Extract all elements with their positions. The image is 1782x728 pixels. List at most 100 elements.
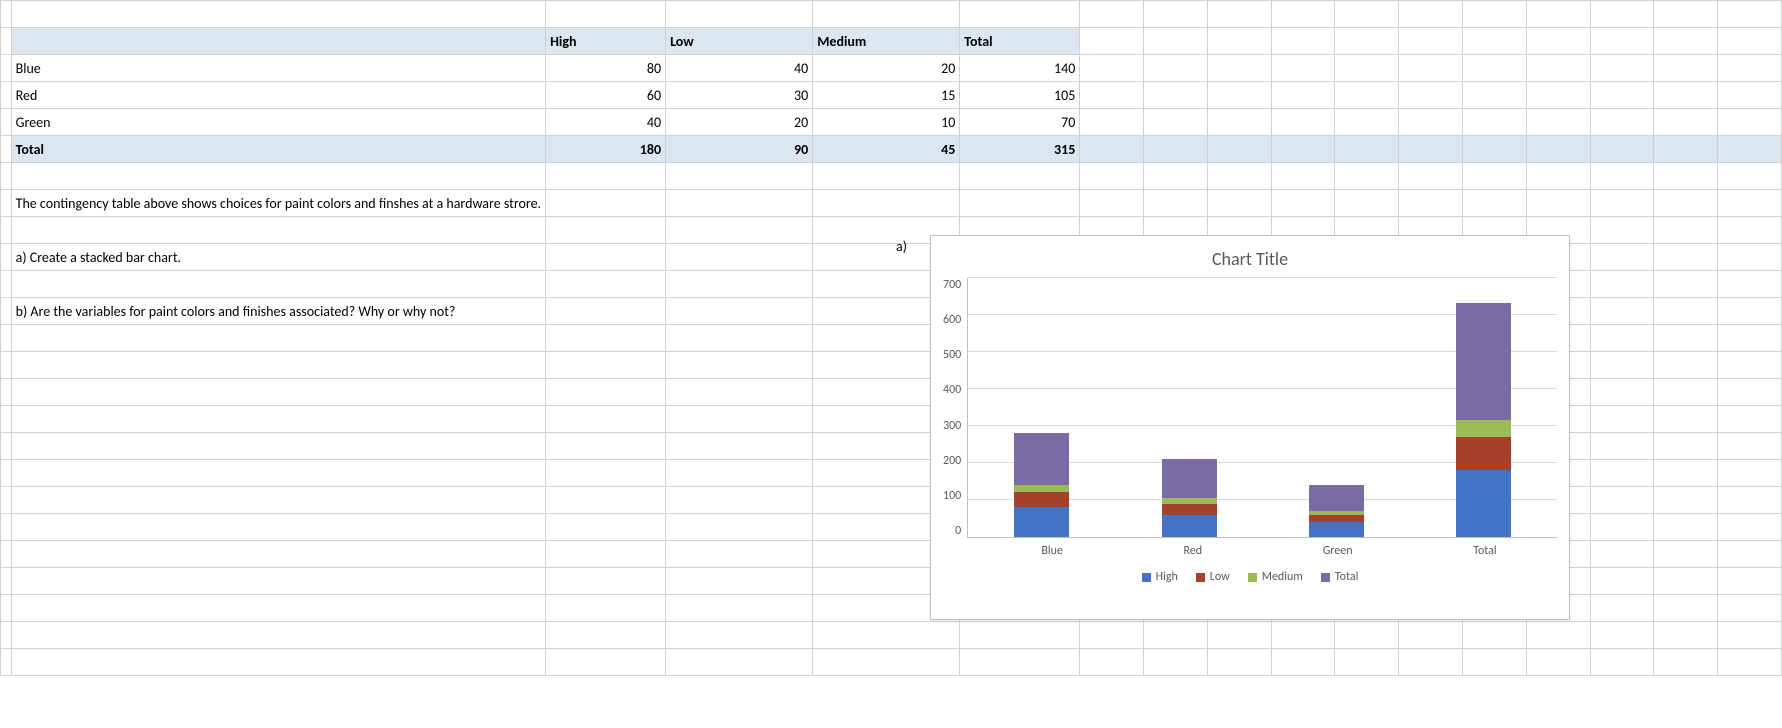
cell[interactable] bbox=[1718, 1, 1782, 28]
table-total-cell[interactable]: 90 bbox=[666, 136, 813, 163]
cell[interactable] bbox=[546, 325, 666, 352]
cell[interactable] bbox=[11, 28, 545, 55]
cell[interactable] bbox=[1526, 28, 1590, 55]
cell[interactable] bbox=[666, 379, 813, 406]
cell[interactable] bbox=[1718, 379, 1782, 406]
cell[interactable] bbox=[1271, 82, 1335, 109]
cell[interactable] bbox=[11, 406, 545, 433]
cell[interactable] bbox=[1, 622, 12, 649]
cell[interactable] bbox=[666, 190, 813, 217]
cell[interactable] bbox=[1144, 1, 1208, 28]
cell[interactable] bbox=[1399, 649, 1463, 676]
cell[interactable] bbox=[1654, 622, 1718, 649]
cell[interactable] bbox=[1718, 406, 1782, 433]
cell[interactable] bbox=[1271, 28, 1335, 55]
cell[interactable] bbox=[11, 217, 545, 244]
table-cell[interactable]: 10 bbox=[813, 109, 960, 136]
cell[interactable] bbox=[1080, 163, 1144, 190]
table-cell[interactable]: 40 bbox=[666, 55, 813, 82]
cell[interactable] bbox=[1, 514, 12, 541]
cell[interactable] bbox=[1, 82, 12, 109]
cell[interactable] bbox=[1, 244, 12, 271]
cell[interactable] bbox=[1462, 649, 1526, 676]
cell[interactable] bbox=[1144, 622, 1208, 649]
cell[interactable] bbox=[1654, 298, 1718, 325]
cell[interactable] bbox=[546, 379, 666, 406]
cell[interactable] bbox=[666, 595, 813, 622]
cell[interactable] bbox=[11, 595, 545, 622]
cell[interactable] bbox=[546, 487, 666, 514]
cell[interactable] bbox=[1718, 136, 1782, 163]
cell[interactable] bbox=[1271, 136, 1335, 163]
bar-green[interactable] bbox=[1263, 278, 1410, 537]
cell[interactable] bbox=[546, 595, 666, 622]
cell[interactable] bbox=[1144, 82, 1208, 109]
cell[interactable] bbox=[666, 622, 813, 649]
cell[interactable] bbox=[546, 298, 666, 325]
cell[interactable] bbox=[1590, 82, 1654, 109]
cell[interactable] bbox=[1207, 649, 1271, 676]
cell[interactable] bbox=[546, 352, 666, 379]
cell[interactable] bbox=[1590, 649, 1654, 676]
cell[interactable] bbox=[11, 163, 545, 190]
cell[interactable] bbox=[1526, 55, 1590, 82]
cell[interactable] bbox=[1080, 1, 1144, 28]
cell[interactable] bbox=[1590, 136, 1654, 163]
cell[interactable] bbox=[1654, 460, 1718, 487]
cell[interactable] bbox=[11, 487, 545, 514]
table-row-label[interactable]: Red bbox=[11, 82, 545, 109]
spreadsheet-sheet[interactable]: HighLowMediumTotalBlue804020140Red603015… bbox=[0, 0, 1782, 728]
cell[interactable] bbox=[11, 541, 545, 568]
cell[interactable] bbox=[546, 271, 666, 298]
cell[interactable] bbox=[1590, 568, 1654, 595]
cell[interactable] bbox=[1, 541, 12, 568]
cell[interactable] bbox=[1590, 622, 1654, 649]
cell[interactable] bbox=[666, 649, 813, 676]
cell[interactable] bbox=[1399, 82, 1463, 109]
cell[interactable] bbox=[1, 433, 12, 460]
cell[interactable] bbox=[666, 271, 813, 298]
cell[interactable] bbox=[960, 649, 1080, 676]
cell[interactable] bbox=[1654, 325, 1718, 352]
cell[interactable] bbox=[546, 649, 666, 676]
cell[interactable] bbox=[1, 217, 12, 244]
cell[interactable] bbox=[1335, 190, 1399, 217]
cell[interactable] bbox=[1718, 325, 1782, 352]
legend-item[interactable]: Medium bbox=[1248, 570, 1303, 584]
cell[interactable] bbox=[1718, 82, 1782, 109]
cell[interactable] bbox=[1080, 82, 1144, 109]
cell[interactable] bbox=[1590, 244, 1654, 271]
cell[interactable] bbox=[1207, 55, 1271, 82]
cell[interactable] bbox=[1718, 595, 1782, 622]
table-total-cell[interactable]: 180 bbox=[546, 136, 666, 163]
cell[interactable] bbox=[1462, 622, 1526, 649]
cell[interactable] bbox=[1718, 271, 1782, 298]
cell[interactable] bbox=[666, 487, 813, 514]
cell[interactable] bbox=[813, 190, 960, 217]
legend-item[interactable]: Total bbox=[1321, 570, 1358, 584]
cell[interactable] bbox=[546, 568, 666, 595]
cell[interactable] bbox=[11, 433, 545, 460]
cell[interactable] bbox=[1271, 55, 1335, 82]
cell[interactable] bbox=[1462, 55, 1526, 82]
cell[interactable] bbox=[1, 487, 12, 514]
cell[interactable] bbox=[1271, 649, 1335, 676]
cell[interactable] bbox=[1654, 379, 1718, 406]
cell[interactable] bbox=[1654, 568, 1718, 595]
cell[interactable] bbox=[1654, 487, 1718, 514]
cell[interactable] bbox=[1, 649, 12, 676]
cell[interactable] bbox=[1, 406, 12, 433]
cell[interactable] bbox=[1144, 190, 1208, 217]
cell[interactable] bbox=[1590, 541, 1654, 568]
cell[interactable] bbox=[11, 379, 545, 406]
cell[interactable] bbox=[1718, 55, 1782, 82]
cell[interactable] bbox=[1144, 28, 1208, 55]
table-cell[interactable]: 140 bbox=[960, 55, 1080, 82]
cell[interactable] bbox=[1, 136, 12, 163]
cell[interactable] bbox=[1462, 109, 1526, 136]
cell[interactable] bbox=[1654, 163, 1718, 190]
cell[interactable] bbox=[1526, 163, 1590, 190]
legend-item[interactable]: Low bbox=[1196, 570, 1230, 584]
cell[interactable] bbox=[666, 1, 813, 28]
cell[interactable] bbox=[1271, 190, 1335, 217]
